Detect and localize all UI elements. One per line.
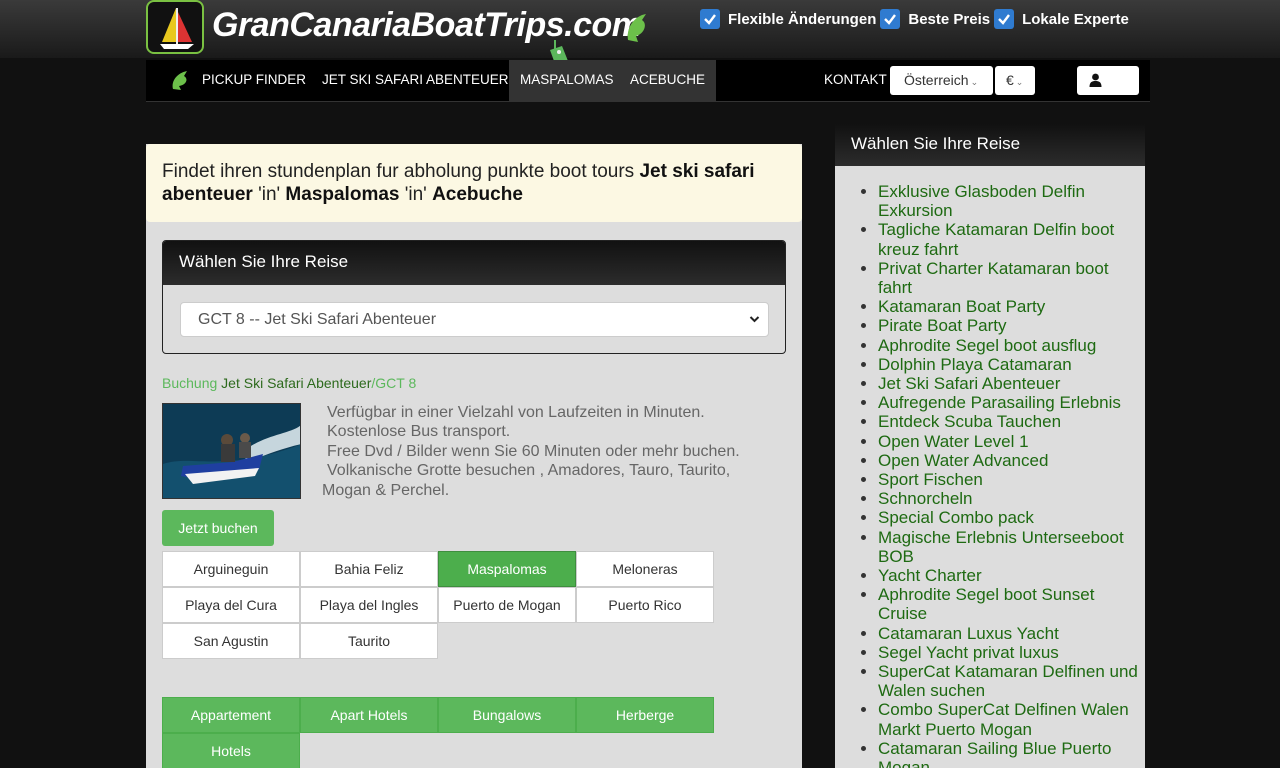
checkbox-icon	[994, 9, 1015, 29]
trip-select-value: GCT 8 -- Jet Ski Safari Abenteuer	[198, 311, 437, 328]
accommodation-button[interactable]: Hotels	[162, 733, 300, 768]
panel-title: Wählen Sie Ihre Reise	[163, 241, 785, 285]
logo-icon[interactable]	[146, 0, 204, 54]
top-header: GranCanariaBoatTrips.com Flexible Änderu…	[0, 0, 1280, 72]
description-line: Free Dvd / Bilder wenn Sie 60 Minuten od…	[327, 442, 740, 460]
nav-jet-ski-safari[interactable]: JET SKI SAFARI ABENTEUER	[322, 60, 509, 102]
book-now-button[interactable]: Jetzt buchen	[162, 510, 274, 546]
breadcrumb-booking[interactable]: Buchung	[162, 375, 217, 391]
trip-link[interactable]: Katamaran Boat Party	[855, 297, 1140, 316]
trip-link[interactable]: Magische Erlebnis Unterseeboot BOB	[855, 528, 1140, 566]
accommodation-button[interactable]: Bungalows	[438, 697, 576, 733]
nav-acebuche[interactable]: ACEBUCHE	[619, 60, 717, 102]
description-line: Volkanische Grotte besuchen , Amadores, …	[327, 462, 731, 480]
user-button[interactable]	[1077, 66, 1139, 95]
title-in: 'in'	[399, 184, 433, 205]
chevron-down-icon: ⌄	[1015, 77, 1024, 87]
location-button[interactable]: Playa del Ingles	[300, 587, 438, 623]
feature-label: Beste Preis	[908, 10, 991, 28]
country-value: Österreich	[904, 72, 969, 88]
title-pickup: Acebuche	[432, 184, 523, 205]
dolphin-icon	[627, 14, 646, 42]
feature-label: Flexible Änderungen	[728, 10, 877, 28]
currency-value: €	[1006, 72, 1014, 88]
tour-description: Verfügbar in einer Vielzahl von Laufzeit…	[322, 403, 782, 500]
feature-list: Flexible Änderungen Beste Preis Lokale E…	[700, 9, 1131, 29]
trip-link[interactable]: Jet Ski Safari Abenteuer	[855, 374, 1140, 393]
page-title: Findet ihren stundenplan fur abholung pu…	[146, 144, 802, 222]
checkbox-icon	[880, 9, 901, 29]
accommodation-button[interactable]: Herberge	[576, 697, 714, 733]
chevron-down-icon	[749, 303, 760, 349]
trip-link[interactable]: Open Water Level 1	[855, 432, 1140, 451]
breadcrumb-code: /GCT 8	[371, 375, 417, 391]
title-in: 'in'	[252, 184, 286, 205]
nav-maspalomas[interactable]: MASPALOMAS	[509, 60, 625, 102]
location-button[interactable]: Bahia Feliz	[300, 551, 438, 587]
nav-contact[interactable]: KONTAKT	[824, 60, 887, 102]
trip-link[interactable]: Aufregende Parasailing Erlebnis	[855, 393, 1140, 412]
title-prefix: Findet ihren stundenplan fur abholung pu…	[162, 161, 640, 182]
location-button[interactable]: Puerto de Mogan	[438, 587, 576, 623]
trip-list: Exklusive Glasboden Delfin Exkursion Tag…	[855, 182, 1140, 768]
trip-link[interactable]: Aphrodite Segel boot ausflug	[855, 336, 1140, 355]
main-nav: PICKUP FINDER JET SKI SAFARI ABENTEUER M…	[146, 60, 1150, 102]
trip-link[interactable]: Catamaran Luxus Yacht	[855, 624, 1140, 643]
description-line: Kostenlose Bus transport.	[327, 423, 511, 441]
title-place: Maspalomas	[285, 184, 400, 205]
chevron-down-icon: ⌄	[970, 77, 979, 87]
trip-link[interactable]: Dolphin Playa Catamaran	[855, 355, 1140, 374]
checkbox-icon	[700, 9, 720, 29]
nav-pickup-finder[interactable]: PICKUP FINDER	[202, 60, 306, 102]
trip-link[interactable]: Tagliche Katamaran Delfin boot kreuz fah…	[855, 220, 1140, 259]
country-select[interactable]: Österreich ⌄	[890, 66, 993, 95]
trip-link[interactable]: Combo SuperCat Delfinen Walen Markt Puer…	[855, 700, 1140, 739]
tour-image	[162, 403, 301, 499]
sidebar-title: Wählen Sie Ihre Reise	[835, 124, 1145, 166]
location-button[interactable]: Meloneras	[576, 551, 714, 587]
location-button[interactable]: Taurito	[300, 623, 438, 659]
trip-link[interactable]: Sport Fischen	[855, 470, 1140, 489]
trip-select-panel: Wählen Sie Ihre Reise GCT 8 -- Jet Ski S…	[162, 240, 786, 354]
description-line: Mogan & Perchel.	[322, 481, 450, 499]
description-line: Verfügbar in einer Vielzahl von Laufzeit…	[327, 404, 705, 421]
feature-item: Lokale Experte	[994, 9, 1129, 29]
currency-select[interactable]: € ⌄	[995, 66, 1035, 95]
location-button[interactable]: Puerto Rico	[576, 587, 714, 623]
trip-link[interactable]: Aphrodite Segel boot Sunset Cruise	[855, 585, 1140, 623]
site-logo-text[interactable]: GranCanariaBoatTrips.com	[212, 6, 642, 45]
accommodation-button[interactable]: Appartement	[162, 697, 300, 733]
trip-link[interactable]: Exklusive Glasboden Delfin Exkursion	[855, 182, 1140, 220]
trip-link[interactable]: SuperCat Katamaran Delfinen und Walen su…	[855, 662, 1140, 700]
trip-link[interactable]: Schnorcheln	[855, 489, 1140, 508]
location-button[interactable]: San Agustin	[162, 623, 300, 659]
trip-link[interactable]: Pirate Boat Party	[855, 316, 1140, 335]
feature-item: Beste Preis	[880, 9, 990, 29]
trip-link[interactable]: Open Water Advanced	[855, 451, 1140, 470]
trip-link[interactable]: Yacht Charter	[855, 566, 1140, 585]
breadcrumb-tour[interactable]: Jet Ski Safari Abenteuer	[221, 375, 371, 391]
trip-link[interactable]: Entdeck Scuba Tauchen	[855, 412, 1140, 431]
location-button[interactable]: Playa del Cura	[162, 587, 300, 623]
feature-item: Flexible Änderungen	[700, 9, 876, 29]
sidebar: Wählen Sie Ihre Reise Exklusive Glasbode…	[835, 124, 1145, 768]
trip-link[interactable]: Segel Yacht privat luxus	[855, 643, 1140, 662]
trip-link[interactable]: Special Combo pack	[855, 508, 1140, 527]
trip-link[interactable]: Catamaran Sailing Blue Puerto Mogan	[855, 739, 1140, 768]
dolphin-icon[interactable]	[170, 69, 190, 91]
accommodation-button[interactable]: Apart Hotels	[300, 697, 438, 733]
trip-select[interactable]: GCT 8 -- Jet Ski Safari Abenteuer	[180, 302, 769, 337]
trip-link[interactable]: Privat Charter Katamaran boot fahrt	[855, 259, 1140, 297]
feature-label: Lokale Experte	[1022, 10, 1129, 28]
breadcrumb: Buchung Jet Ski Safari Abenteuer/GCT 8	[162, 375, 416, 391]
user-icon	[1089, 73, 1102, 87]
location-button-active[interactable]: Maspalomas	[438, 551, 576, 587]
location-button[interactable]: Arguineguin	[162, 551, 300, 587]
